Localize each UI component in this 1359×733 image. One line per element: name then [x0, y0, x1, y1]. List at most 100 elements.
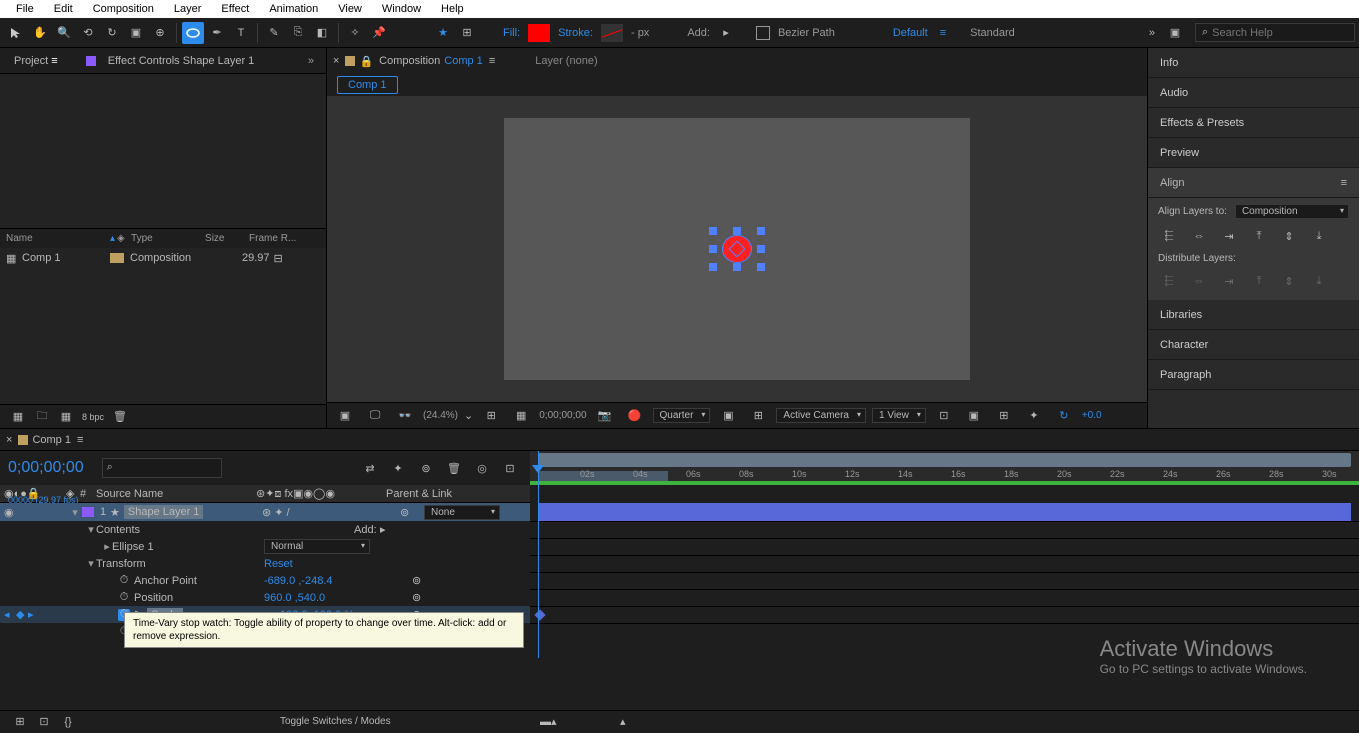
snap-icon[interactable]: ⊞: [456, 22, 478, 44]
magnify-icon[interactable]: ▣: [334, 405, 356, 427]
close-icon[interactable]: ×: [6, 434, 12, 446]
align-left-icon[interactable]: ⬱: [1158, 225, 1180, 247]
tab-menu-icon[interactable]: ≡: [77, 434, 83, 446]
channel-icon[interactable]: 🔴: [624, 405, 646, 427]
eye-icon[interactable]: ◉: [4, 506, 12, 519]
handle-b[interactable]: [733, 263, 741, 271]
align-right-icon[interactable]: ⇥: [1218, 225, 1240, 247]
prev-kf-icon[interactable]: ◂: [4, 608, 10, 621]
tl-footer-icon1[interactable]: ⊞: [9, 711, 31, 733]
transparency-icon[interactable]: ▦: [510, 405, 532, 427]
panbehind-tool-icon[interactable]: ⊕: [149, 22, 171, 44]
timeline-tracks[interactable]: [530, 503, 1359, 710]
bpc-label[interactable]: 8 bpc: [82, 412, 104, 422]
menu-edit[interactable]: Edit: [44, 3, 83, 15]
handle-tr[interactable]: [757, 227, 765, 235]
fill-color-swatch[interactable]: [528, 24, 550, 42]
display-icon[interactable]: 🖵: [364, 405, 386, 427]
tl-footer-icon3[interactable]: {}: [57, 711, 79, 733]
align-target-dropdown[interactable]: Composition: [1235, 204, 1349, 219]
col-size[interactable]: Size: [205, 233, 249, 244]
panel-menu-icon[interactable]: ≡: [489, 55, 495, 67]
trash-icon[interactable]: 🗑: [109, 406, 131, 428]
panel-audio[interactable]: Audio: [1148, 78, 1359, 108]
new-comp-icon[interactable]: ▦: [55, 406, 77, 428]
bezier-label[interactable]: Bezier Path: [778, 27, 835, 39]
align-bottom-icon[interactable]: ⤓: [1308, 225, 1330, 247]
layer-none[interactable]: Layer (none): [535, 55, 597, 67]
prop-position[interactable]: ⏱ Position 960.0 ,540.0 ⊚: [0, 589, 530, 606]
shape-selection[interactable]: [713, 231, 761, 267]
mask-icon[interactable]: 👓: [394, 405, 416, 427]
label-color-chip[interactable]: [110, 253, 124, 263]
viewport[interactable]: [327, 96, 1147, 402]
playhead-line[interactable]: [538, 451, 539, 658]
tl-icon1[interactable]: ⇄: [359, 457, 381, 479]
twirl-icon[interactable]: ▾: [86, 557, 96, 570]
prop-ellipse[interactable]: ▸ Ellipse 1 Normal: [0, 538, 530, 555]
camera-dropdown[interactable]: Active Camera: [776, 408, 866, 423]
pickwhip-icon[interactable]: ⊚: [412, 591, 421, 604]
menu-animation[interactable]: Animation: [259, 3, 328, 15]
handle-br[interactable]: [757, 263, 765, 271]
col-name[interactable]: Name: [6, 233, 110, 244]
blend-mode-dropdown[interactable]: Normal: [264, 539, 370, 554]
hand-tool-icon[interactable]: ✋: [29, 22, 51, 44]
add-arrow-icon[interactable]: ▸: [380, 523, 386, 536]
handle-t[interactable]: [733, 227, 741, 235]
fill-label[interactable]: Fill:: [503, 27, 520, 39]
quality-dropdown[interactable]: Quarter: [653, 408, 711, 423]
interpret-icon[interactable]: ▦: [7, 406, 29, 428]
view-dropdown[interactable]: 1 View: [872, 408, 926, 423]
tl-tab-name[interactable]: Comp 1: [32, 434, 71, 446]
snapshot-icon[interactable]: 📷: [594, 405, 616, 427]
handle-bl[interactable]: [709, 263, 717, 271]
align-hcenter-icon[interactable]: ⇔: [1188, 225, 1210, 247]
rotation-tool-icon[interactable]: ↻: [101, 22, 123, 44]
panel-libraries[interactable]: Libraries: [1148, 300, 1359, 330]
grid-icon[interactable]: ⊞: [747, 405, 769, 427]
view-icon3[interactable]: ⊞: [993, 405, 1015, 427]
timeline-search[interactable]: ⌕: [102, 458, 222, 478]
bezier-checkbox-icon[interactable]: [756, 26, 770, 40]
pickwhip-icon[interactable]: ⊚: [412, 574, 421, 587]
panel-preview[interactable]: Preview: [1148, 138, 1359, 168]
align-top-icon[interactable]: ⤒: [1248, 225, 1270, 247]
parent-pickwhip-icon[interactable]: ⊚: [400, 506, 409, 519]
eraser-tool-icon[interactable]: ◧: [311, 22, 333, 44]
time-ruler[interactable]: 02s04s06s08s10s12s14s16s18s20s22s24s26s2…: [530, 451, 1359, 485]
keyframe-icon[interactable]: [534, 609, 545, 620]
project-empty[interactable]: [0, 268, 326, 404]
folder-icon[interactable]: 🗀: [31, 406, 53, 428]
stroke-color-swatch[interactable]: [601, 24, 623, 42]
overflow-icon[interactable]: »: [1149, 27, 1155, 39]
menu-window[interactable]: Window: [372, 3, 431, 15]
zoom-slider-icon[interactable]: ▴: [620, 715, 626, 728]
workspace-default[interactable]: Default: [893, 27, 928, 39]
col-parent[interactable]: Parent & Link: [386, 488, 452, 500]
overflow-icon[interactable]: »: [302, 55, 320, 67]
workspace-icon[interactable]: ▣: [1164, 22, 1186, 44]
handle-r[interactable]: [757, 245, 765, 253]
viewport-time[interactable]: 0;00;00;00: [539, 410, 586, 421]
add-arrow-icon[interactable]: ▸: [715, 22, 737, 44]
comp-panel-name[interactable]: Comp 1: [444, 55, 483, 67]
subtab-comp1[interactable]: Comp 1: [337, 76, 398, 94]
puppet-tool-icon[interactable]: 📌: [368, 22, 390, 44]
timecode[interactable]: 0;00;00;00: [0, 459, 92, 477]
camera-tool-icon[interactable]: ▣: [125, 22, 147, 44]
reset-link[interactable]: Reset: [264, 558, 293, 570]
zoom-value[interactable]: (24.4%): [423, 410, 458, 421]
star-icon[interactable]: ★: [432, 22, 454, 44]
selection-tool-icon[interactable]: [5, 22, 27, 44]
menu-view[interactable]: View: [328, 3, 372, 15]
stopwatch-icon[interactable]: ⏱: [118, 575, 130, 587]
menu-effect[interactable]: Effect: [211, 3, 259, 15]
zoom-tool-icon[interactable]: 🔍: [53, 22, 75, 44]
col-type[interactable]: Type: [131, 233, 205, 244]
prop-contents[interactable]: ▾ Contents Add: ▸: [0, 521, 530, 538]
close-icon[interactable]: ×: [333, 55, 339, 67]
tl-icon3[interactable]: ⊚: [415, 457, 437, 479]
parent-dropdown[interactable]: None: [424, 505, 500, 520]
handle-l[interactable]: [709, 245, 717, 253]
